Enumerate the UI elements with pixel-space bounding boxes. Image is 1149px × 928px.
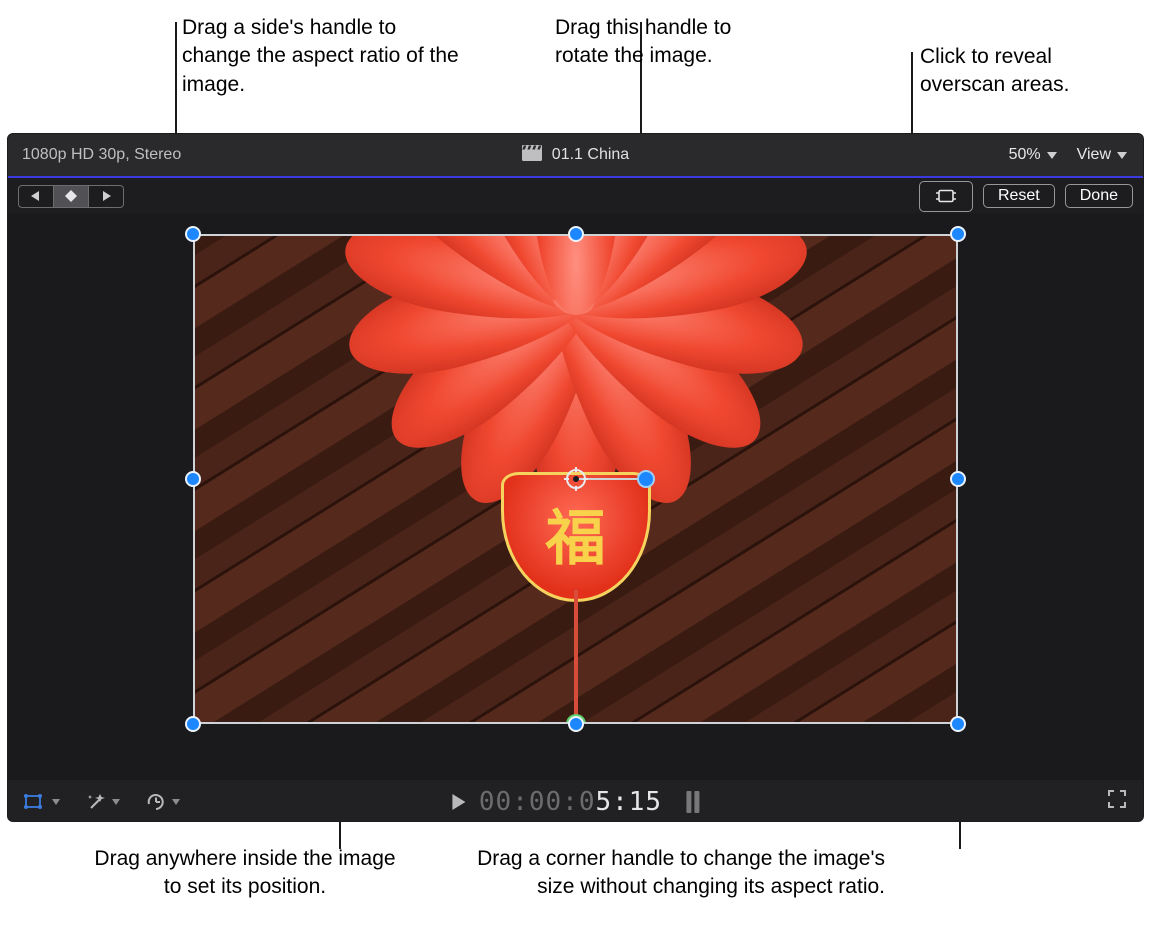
- callout-corner-handle: Drag a corner handle to change the image…: [455, 845, 885, 902]
- add-keyframe-button[interactable]: [54, 186, 89, 207]
- clip-name: 01.1 China: [552, 146, 629, 164]
- callout-inside-drag: Drag anywhere inside the image to set it…: [90, 845, 400, 902]
- clapperboard-icon: [522, 145, 542, 166]
- zoom-select[interactable]: 50%: [1009, 146, 1057, 164]
- timecode-dim: 00:00:0: [479, 787, 596, 817]
- keyframe-nav-segment: [18, 185, 124, 208]
- viewer-toolbar: Reset Done: [8, 178, 1143, 214]
- clip-image[interactable]: 福: [193, 234, 958, 724]
- done-button[interactable]: Done: [1065, 184, 1133, 208]
- handle-bottom-left[interactable]: [185, 716, 201, 732]
- chevron-down-icon: [1047, 152, 1057, 159]
- handle-mid-left[interactable]: [185, 471, 201, 487]
- format-label: 1080p HD 30p, Stereo: [8, 146, 181, 164]
- viewer-footer: 00:00:05:15: [8, 780, 1143, 822]
- callout-side-handle: Drag a side's handle to change the aspec…: [182, 14, 462, 99]
- next-keyframe-button[interactable]: [89, 186, 123, 207]
- overscan-button[interactable]: [919, 181, 973, 212]
- callout-rotate-handle: Drag this handle to rotate the image.: [555, 14, 775, 71]
- fullscreen-button[interactable]: [1107, 789, 1127, 814]
- fu-glyph: 福: [546, 490, 606, 577]
- play-button[interactable]: [452, 794, 465, 810]
- reset-button[interactable]: Reset: [983, 184, 1055, 208]
- chevron-down-icon: [52, 799, 60, 805]
- callout-overscan: Click to reveal overscan areas.: [920, 43, 1140, 100]
- transform-tool-menu[interactable]: [24, 793, 60, 811]
- rotation-handle[interactable]: [637, 470, 655, 488]
- chevron-down-icon: [112, 799, 120, 805]
- timecode-display[interactable]: 00:00:05:15: [479, 787, 662, 817]
- handle-mid-right[interactable]: [950, 471, 966, 487]
- handle-bottom-right[interactable]: [950, 716, 966, 732]
- handle-top-mid[interactable]: [568, 226, 584, 242]
- chevron-down-icon: [172, 799, 180, 805]
- chevron-down-icon: [1117, 152, 1127, 159]
- viewer-header: 1080p HD 30p, Stereo 01.1 China 50% View: [8, 134, 1143, 178]
- retime-tool-menu[interactable]: [146, 793, 180, 811]
- viewer-window: 1080p HD 30p, Stereo 01.1 China 50% View: [7, 133, 1144, 822]
- prev-keyframe-button[interactable]: [19, 186, 54, 207]
- fu-medallion: 福: [501, 472, 651, 602]
- lantern-stem: [574, 590, 578, 724]
- view-label: View: [1077, 146, 1111, 164]
- handle-top-left[interactable]: [185, 226, 201, 242]
- zoom-value: 50%: [1009, 146, 1041, 164]
- view-select[interactable]: View: [1077, 146, 1127, 164]
- audio-meters: [686, 791, 699, 813]
- transport-controls: 00:00:05:15: [452, 787, 699, 817]
- timecode-lit: 5:15: [595, 787, 662, 817]
- handle-bottom-mid[interactable]: [568, 716, 584, 732]
- center-anchor[interactable]: [564, 467, 588, 491]
- enhance-tool-menu[interactable]: [86, 793, 120, 811]
- handle-top-right[interactable]: [950, 226, 966, 242]
- viewer-canvas[interactable]: 福: [8, 214, 1143, 780]
